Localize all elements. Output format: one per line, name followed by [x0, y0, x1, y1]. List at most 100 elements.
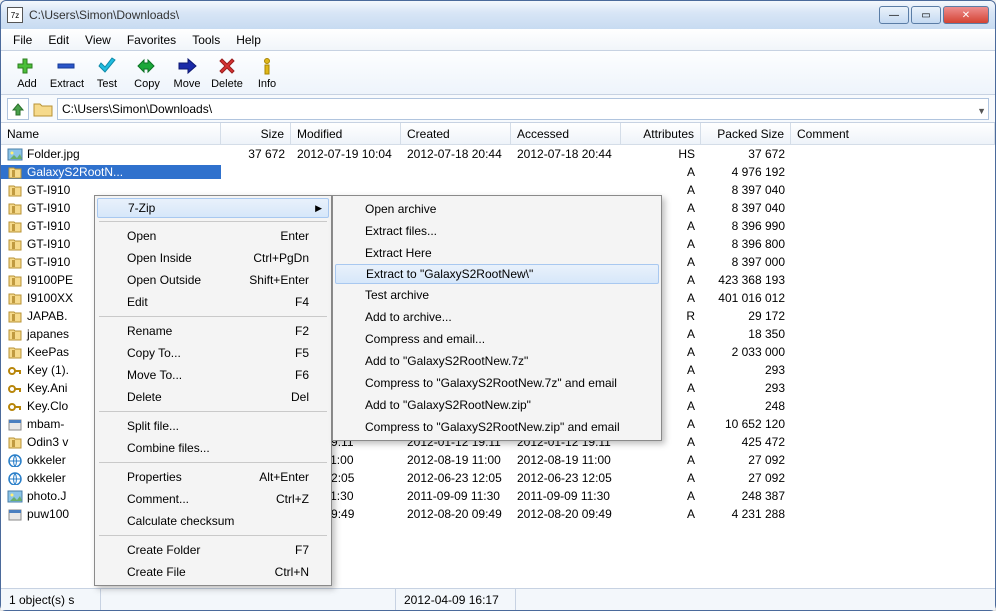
menu-item[interactable]: OpenEnter: [97, 225, 329, 247]
file-name: JAPAB.: [27, 309, 67, 323]
menu-item-label: Move To...: [127, 368, 182, 382]
menu-item[interactable]: Create FileCtrl+N: [97, 561, 329, 583]
menu-item[interactable]: 7-Zip▶: [97, 198, 329, 218]
tool-extract[interactable]: Extract: [47, 55, 87, 90]
cell-packed: 293: [701, 363, 791, 377]
cell-packed: 423 368 193: [701, 273, 791, 287]
menu-favorites[interactable]: Favorites: [119, 31, 184, 49]
tool-info[interactable]: Info: [247, 55, 287, 90]
menu-item-label: Open: [127, 229, 156, 243]
column-comment[interactable]: Comment: [791, 123, 995, 144]
file-icon: [7, 291, 23, 305]
tool-delete[interactable]: Delete: [207, 55, 247, 90]
file-icon: [7, 147, 23, 161]
minimize-button[interactable]: —: [879, 6, 909, 24]
submenu-arrow-icon: ▶: [315, 203, 322, 214]
menu-item[interactable]: Combine files...: [97, 437, 329, 459]
plus-icon: [16, 55, 38, 77]
menu-item[interactable]: Open OutsideShift+Enter: [97, 269, 329, 291]
menu-view[interactable]: View: [77, 31, 119, 49]
menu-item[interactable]: Test archive: [335, 284, 659, 306]
maximize-button[interactable]: ▭: [911, 6, 941, 24]
menu-item-label: Open Outside: [127, 273, 201, 287]
folder-icon: [33, 101, 53, 117]
tool-add[interactable]: Add: [7, 55, 47, 90]
path-input[interactable]: C:\Users\Simon\Downloads\ ▼: [57, 98, 989, 120]
cell-packed: 2 033 000: [701, 345, 791, 359]
cell-packed: 425 472: [701, 435, 791, 449]
file-name: GT-I910: [27, 219, 70, 233]
tool-test[interactable]: Test: [87, 55, 127, 90]
column-size[interactable]: Size: [221, 123, 291, 144]
table-row[interactable]: Folder.jpg37 6722012-07-19 10:042012-07-…: [1, 145, 995, 163]
menu-item[interactable]: Move To...F6: [97, 364, 329, 386]
cell-packed: 401 016 012: [701, 291, 791, 305]
menu-item[interactable]: Open archive: [335, 198, 659, 220]
menu-hotkey: Ctrl+N: [275, 565, 309, 579]
table-row[interactable]: GalaxyS2RootN...A4 976 192: [1, 163, 995, 181]
menu-item[interactable]: Compress to "GalaxyS2RootNew.7z" and ema…: [335, 372, 659, 394]
column-accessed[interactable]: Accessed: [511, 123, 621, 144]
menu-item[interactable]: PropertiesAlt+Enter: [97, 466, 329, 488]
titlebar[interactable]: 7z C:\Users\Simon\Downloads\ — ▭ ✕: [1, 1, 995, 29]
menu-hotkey: Del: [291, 390, 309, 404]
menu-hotkey: F5: [295, 346, 309, 360]
file-icon: [7, 381, 23, 395]
menu-item[interactable]: Copy To...F5: [97, 342, 329, 364]
cell-size: 37 672: [221, 147, 291, 161]
tool-move[interactable]: Move: [167, 55, 207, 90]
menu-item[interactable]: Open InsideCtrl+PgDn: [97, 247, 329, 269]
cell-accessed: 2012-08-20 09:49: [511, 507, 621, 521]
path-dropdown-icon[interactable]: ▼: [977, 101, 986, 121]
column-packed[interactable]: Packed Size: [701, 123, 791, 144]
submenu-7zip[interactable]: Open archiveExtract files...Extract Here…: [332, 195, 662, 441]
close-button[interactable]: ✕: [943, 6, 989, 24]
menu-item[interactable]: Compress and email...: [335, 328, 659, 350]
file-name: GT-I910: [27, 255, 70, 269]
menu-item[interactable]: Compress to "GalaxyS2RootNew.zip" and em…: [335, 416, 659, 438]
menu-item[interactable]: Calculate checksum: [97, 510, 329, 532]
menu-item[interactable]: Extract files...: [335, 220, 659, 242]
menu-hotkey: Ctrl+PgDn: [253, 251, 309, 265]
column-created[interactable]: Created: [401, 123, 511, 144]
cell-created: 2012-06-23 12:05: [401, 471, 511, 485]
cell-packed: 8 397 040: [701, 183, 791, 197]
up-button[interactable]: [7, 98, 29, 120]
menu-edit[interactable]: Edit: [40, 31, 77, 49]
tool-label: Extract: [50, 78, 84, 90]
cell-packed: 248 387: [701, 489, 791, 503]
menu-item[interactable]: Split file...: [97, 415, 329, 437]
menu-item[interactable]: EditF4: [97, 291, 329, 313]
file-name: GalaxyS2RootN...: [27, 165, 123, 179]
menu-item[interactable]: Create FolderF7: [97, 539, 329, 561]
menu-item[interactable]: Add to "GalaxyS2RootNew.zip": [335, 394, 659, 416]
menu-separator: [99, 411, 327, 412]
pathbar: C:\Users\Simon\Downloads\ ▼: [1, 95, 995, 123]
menu-item[interactable]: Add to archive...: [335, 306, 659, 328]
menu-item[interactable]: Extract to "GalaxyS2RootNew\": [335, 264, 659, 284]
menu-item[interactable]: RenameF2: [97, 320, 329, 342]
file-icon: [7, 417, 23, 431]
cell-packed: 18 350: [701, 327, 791, 341]
menu-file[interactable]: File: [5, 31, 40, 49]
cell-packed: 29 172: [701, 309, 791, 323]
tool-copy[interactable]: Copy: [127, 55, 167, 90]
context-menu[interactable]: 7-Zip▶OpenEnterOpen InsideCtrl+PgDnOpen …: [94, 195, 332, 586]
menu-item-label: Add to "GalaxyS2RootNew.zip": [365, 398, 531, 412]
menu-item-label: Add to archive...: [365, 310, 452, 324]
menu-item-label: Extract to "GalaxyS2RootNew\": [366, 267, 533, 281]
tool-label: Move: [174, 78, 201, 90]
menu-item[interactable]: Add to "GalaxyS2RootNew.7z": [335, 350, 659, 372]
column-name[interactable]: Name: [1, 123, 221, 144]
tool-label: Info: [258, 78, 276, 90]
cell-packed: 8 397 040: [701, 201, 791, 215]
menu-item[interactable]: Extract Here: [335, 242, 659, 264]
column-modified[interactable]: Modified: [291, 123, 401, 144]
menu-item[interactable]: DeleteDel: [97, 386, 329, 408]
menu-item[interactable]: Comment...Ctrl+Z: [97, 488, 329, 510]
cell-packed: 37 672: [701, 147, 791, 161]
menu-help[interactable]: Help: [228, 31, 269, 49]
menu-tools[interactable]: Tools: [184, 31, 228, 49]
column-attributes[interactable]: Attributes: [621, 123, 701, 144]
file-name: Key (1).: [27, 363, 69, 377]
